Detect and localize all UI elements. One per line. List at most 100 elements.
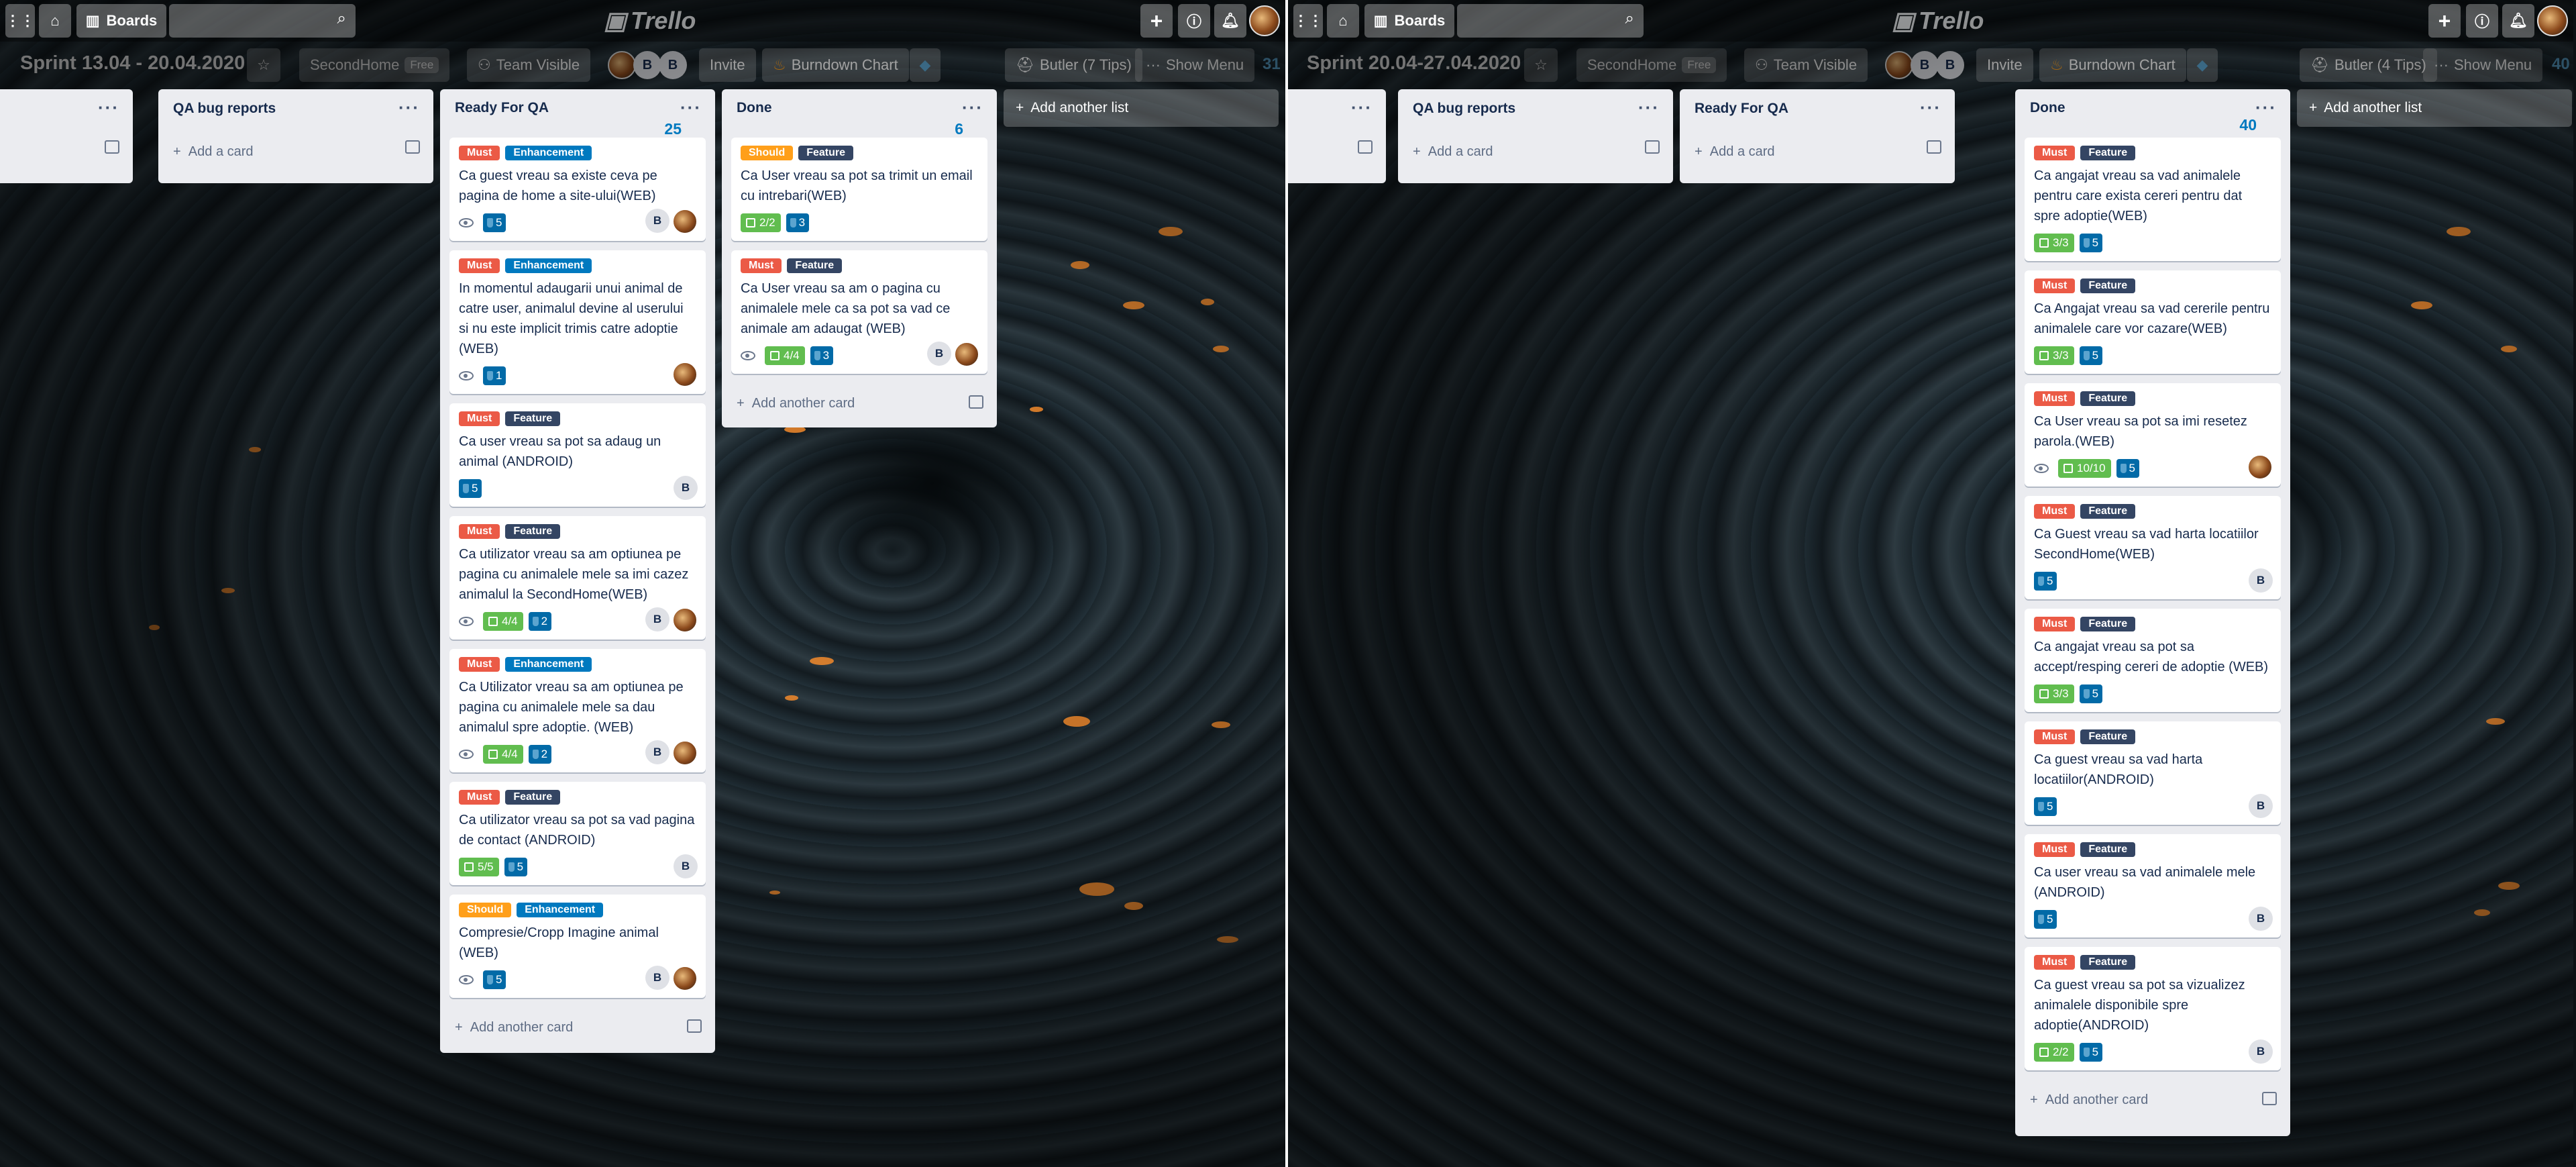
card[interactable]: Must Enhancement In momentul adaugarii un… bbox=[449, 250, 706, 394]
card-member-avatar[interactable] bbox=[672, 209, 698, 234]
invite-button[interactable]: Invite bbox=[1976, 48, 2033, 82]
template-icon[interactable] bbox=[969, 395, 983, 409]
bell-icon[interactable]: 🔔︎ bbox=[1214, 4, 1246, 38]
add-card-button[interactable]: + Add a card bbox=[1680, 128, 1955, 175]
home-icon[interactable]: ⌂ bbox=[39, 4, 71, 38]
member-avatar-b[interactable]: B bbox=[1936, 51, 1964, 79]
invite-button[interactable]: Invite bbox=[699, 48, 756, 82]
card-member-b[interactable]: B bbox=[927, 342, 951, 366]
member-avatar[interactable] bbox=[1885, 51, 1913, 79]
trello-logo[interactable]: ▣ Trello bbox=[1892, 5, 1984, 36]
board-title[interactable]: Sprint 20.04-27.04.2020 bbox=[1307, 52, 1521, 74]
card-member-b[interactable]: B bbox=[2249, 568, 2273, 593]
card[interactable]: Must Feature Ca Angajat vreau sa vad cere… bbox=[2025, 270, 2281, 374]
list-title[interactable]: Ready For QA bbox=[1695, 101, 1788, 117]
search-input[interactable]: ⌕ bbox=[169, 4, 356, 38]
member-avatar[interactable] bbox=[608, 51, 636, 79]
card-member-b[interactable]: B bbox=[645, 607, 669, 631]
card[interactable]: Must Feature Ca guest vreau sa pot sa viz… bbox=[2025, 947, 2281, 1070]
search-input[interactable]: ⌕ bbox=[1457, 4, 1644, 38]
card[interactable]: Must Feature Ca angajat vreau sa vad anim… bbox=[2025, 138, 2281, 261]
list-menu-icon[interactable]: ··· bbox=[398, 97, 420, 118]
template-icon[interactable] bbox=[405, 140, 420, 154]
list-done[interactable]: Done ··· 40 Must Feature Ca angajat vreau s… bbox=[2015, 89, 2290, 1136]
card-member-b[interactable]: B bbox=[645, 966, 669, 990]
list-menu-icon[interactable]: ··· bbox=[98, 97, 119, 118]
apps-icon[interactable]: ⋮⋮ bbox=[5, 4, 35, 38]
powerup-icon[interactable]: ◆ bbox=[910, 48, 941, 82]
board-title[interactable]: Sprint 13.04 - 20.04.2020 bbox=[20, 52, 245, 74]
add-list-button[interactable]: + Add another list bbox=[2297, 89, 2572, 127]
list-done[interactable]: Done ··· 6 Should Feature Ca User vreau sa … bbox=[722, 89, 997, 427]
member-avatar-b[interactable]: B bbox=[1911, 51, 1939, 79]
star-icon[interactable]: ☆ bbox=[1524, 48, 1558, 82]
card-member-b[interactable]: B bbox=[674, 476, 698, 500]
team-button[interactable]: SecondHome Free bbox=[299, 48, 450, 82]
template-icon[interactable] bbox=[105, 140, 119, 154]
card[interactable]: Must Feature Ca User vreau sa am o pagina… bbox=[731, 250, 987, 374]
template-icon[interactable] bbox=[687, 1019, 702, 1033]
card-member-b[interactable]: B bbox=[2249, 794, 2273, 818]
card-member-b[interactable]: B bbox=[645, 740, 669, 764]
user-avatar[interactable] bbox=[1249, 5, 1280, 36]
list-ready-for-qa[interactable]: Ready For QA ··· 25 Must Enhancement Ca gue… bbox=[440, 89, 715, 1053]
trello-logo[interactable]: ▣ Trello bbox=[604, 5, 696, 36]
add-card-button[interactable]: + Add another card bbox=[2015, 1080, 2290, 1120]
card-member-avatar[interactable] bbox=[672, 362, 698, 387]
card[interactable]: Must Feature Ca guest vreau sa vad harta … bbox=[2025, 721, 2281, 825]
boards-button[interactable]: ▥ Boards bbox=[1364, 4, 1454, 38]
star-icon[interactable]: ☆ bbox=[247, 48, 280, 82]
card-member-b[interactable]: B bbox=[2249, 907, 2273, 931]
card-member-b[interactable]: B bbox=[674, 854, 698, 878]
list-menu-icon[interactable]: ··· bbox=[2255, 97, 2277, 118]
card[interactable]: Must Feature Ca Guest vreau sa vad harta … bbox=[2025, 496, 2281, 599]
add-card-button[interactable]: + Add another card bbox=[722, 383, 997, 423]
list-menu-icon[interactable]: ··· bbox=[1920, 97, 1941, 118]
create-icon[interactable]: + bbox=[2428, 4, 2461, 38]
show-menu-button[interactable]: ··· Show Menu bbox=[1135, 48, 1255, 82]
member-avatar-b[interactable]: B bbox=[633, 51, 661, 79]
list-title[interactable]: QA bug reports bbox=[173, 101, 276, 117]
list-menu-icon[interactable]: ··· bbox=[1351, 97, 1373, 118]
info-icon[interactable]: ⓘ bbox=[1178, 4, 1210, 38]
member-avatar-b[interactable]: B bbox=[659, 51, 687, 79]
list-title[interactable]: Done bbox=[737, 100, 772, 116]
butler-button[interactable]: ⛑ Butler (7 Tips) bbox=[1005, 48, 1142, 82]
card-member-avatar[interactable] bbox=[672, 607, 698, 633]
card[interactable]: Must Feature Ca angajat vreau sa pot sa a… bbox=[2025, 609, 2281, 712]
card[interactable]: Should Enhancement Compresie/Cropp Imagin… bbox=[449, 895, 706, 998]
apps-icon[interactable]: ⋮⋮ bbox=[1293, 4, 1323, 38]
add-card-button[interactable]: + Add a card bbox=[1398, 128, 1673, 175]
add-card-button[interactable]: + Add a card bbox=[158, 128, 433, 175]
bell-icon[interactable]: 🔔︎ bbox=[2502, 4, 2534, 38]
card-member-avatar[interactable] bbox=[672, 740, 698, 766]
list-hidden[interactable]: ··· bbox=[0, 89, 133, 183]
burndown-chart-button[interactable]: ♨ Burndown Chart bbox=[2039, 48, 2186, 82]
list-ready-for-qa[interactable]: Ready For QA ··· + Add a card bbox=[1680, 89, 1955, 183]
list-qa-bug-reports[interactable]: QA bug reports ··· + Add a card bbox=[158, 89, 433, 183]
list-menu-icon[interactable]: ··· bbox=[962, 97, 983, 118]
template-icon[interactable] bbox=[2262, 1092, 2277, 1105]
list-title[interactable]: Ready For QA bbox=[455, 100, 549, 116]
list-title[interactable]: Done bbox=[2030, 100, 2065, 116]
powerup-icon[interactable]: ◆ bbox=[2187, 48, 2218, 82]
burndown-chart-button[interactable]: ♨ Burndown Chart bbox=[762, 48, 909, 82]
user-avatar[interactable] bbox=[2537, 5, 2568, 36]
team-button[interactable]: SecondHome Free bbox=[1576, 48, 1727, 82]
visibility-button[interactable]: ⚇ Team Visible bbox=[1744, 48, 1868, 82]
butler-button[interactable]: ⛑ Butler (4 Tips) bbox=[2300, 48, 2437, 82]
show-menu-button[interactable]: ··· Show Menu bbox=[2423, 48, 2543, 82]
card-member-b[interactable]: B bbox=[2249, 1039, 2273, 1064]
card-member-avatar[interactable] bbox=[954, 342, 979, 367]
boards-button[interactable]: ▥ Boards bbox=[76, 4, 166, 38]
home-icon[interactable]: ⌂ bbox=[1327, 4, 1359, 38]
card[interactable]: Must Feature Ca user vreau sa vad animale… bbox=[2025, 834, 2281, 937]
list-menu-icon[interactable]: ··· bbox=[680, 97, 702, 118]
list-menu-icon[interactable]: ··· bbox=[1638, 97, 1660, 118]
card[interactable]: Should Feature Ca User vreau sa pot sa tr… bbox=[731, 138, 987, 241]
template-icon[interactable] bbox=[1645, 140, 1660, 154]
list-qa-bug-reports[interactable]: QA bug reports ··· + Add a card bbox=[1398, 89, 1673, 183]
card[interactable]: Must Feature Ca utilizator vreau sa pot s… bbox=[449, 782, 706, 885]
card-member-b[interactable]: B bbox=[645, 209, 669, 233]
card[interactable]: Must Feature Ca utilizator vreau sa am op… bbox=[449, 516, 706, 640]
